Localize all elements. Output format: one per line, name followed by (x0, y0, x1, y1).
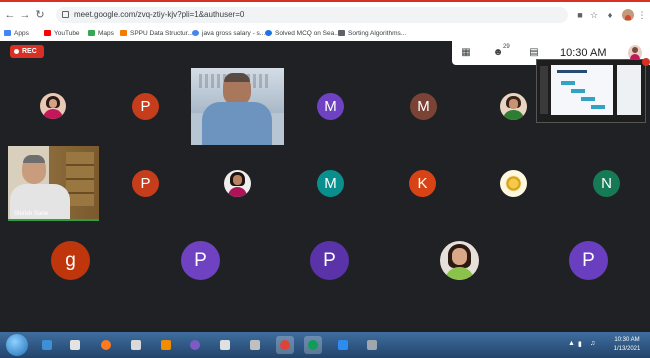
notification-dot (642, 58, 650, 66)
google-icon (192, 30, 199, 36)
url-text: meet.google.com/zvq-ztiy-kjv?pli=1&authu… (74, 10, 245, 19)
presentation-sidebar (617, 65, 641, 115)
bookmark-label: Solved MCQ on Sea... (275, 30, 340, 37)
taskbar-app[interactable] (127, 336, 145, 354)
star-icon[interactable]: ☆ (588, 9, 600, 21)
extensions-icon[interactable]: ♦ (604, 9, 616, 21)
window-icon (220, 340, 230, 350)
media-icon (70, 340, 80, 350)
participant-name: Shirish Sane (14, 211, 49, 217)
taskbar-firefox[interactable] (97, 336, 115, 354)
participant-avatar: P (132, 170, 159, 197)
bookmark-maps[interactable]: Maps (88, 28, 114, 40)
taskbar-explorer[interactable] (38, 336, 56, 354)
screen-share-preview[interactable] (536, 59, 646, 123)
camera-icon[interactable]: ■ (574, 9, 586, 21)
back-icon[interactable]: ← (3, 8, 17, 22)
taskbar-app3[interactable] (216, 336, 234, 354)
taskbar-app5[interactable] (334, 336, 352, 354)
bookmark-youtube[interactable]: YouTube (44, 28, 80, 40)
meet-grid: REC ▦ ☻ 29 ▤ 10:30 AM P M M Shirish Sane… (0, 41, 650, 332)
chat-icon[interactable]: ▤ (528, 47, 540, 59)
taskbar-vlc[interactable] (157, 336, 175, 354)
taskbar-app2[interactable] (186, 336, 204, 354)
participant-avatar: P (569, 241, 608, 280)
bookmark-label: Apps (14, 30, 29, 37)
bookmark-icon (338, 30, 345, 36)
participant-photo-avatar (40, 93, 66, 119)
bookmark-label: java gross salary - s... (202, 30, 266, 37)
youtube-icon (44, 30, 51, 36)
info-icon (265, 30, 272, 36)
taskbar-app4[interactable] (246, 336, 264, 354)
reload-icon[interactable]: ↻ (33, 8, 47, 22)
record-dot-icon (14, 49, 19, 54)
clock-date: 1/13/2021 (613, 346, 641, 352)
participant-avatar: N (593, 170, 620, 197)
rec-label: REC (22, 48, 37, 55)
chrome-icon (280, 340, 290, 350)
participant-avatar: g (51, 241, 90, 280)
app-icon (190, 340, 200, 350)
bookmark-apps[interactable]: Apps (4, 28, 29, 40)
taskbar-clock[interactable]: 10:30 AM 1/13/2021 (605, 336, 649, 354)
firefox-icon (101, 340, 111, 350)
participant-photo-avatar (440, 241, 479, 280)
bookmark-label: SPPU Data Structur... (130, 30, 193, 37)
taskbar-media[interactable] (66, 336, 84, 354)
browser-toolbar: ← → ↻ meet.google.com/zvq-ztiy-kjv?pli=1… (0, 6, 650, 26)
participant-video-tile (191, 68, 284, 145)
participant-photo-avatar (500, 93, 527, 120)
presentation-slide (551, 65, 613, 115)
profile-avatar[interactable] (622, 9, 634, 21)
participant-photo-avatar (224, 170, 251, 197)
participant-avatar: P (181, 241, 220, 280)
bookmark-java[interactable]: java gross salary - s... (192, 28, 265, 40)
participant-avatar: P (132, 93, 159, 120)
meeting-time: 10:30 AM (560, 47, 607, 59)
top-red-border (0, 0, 650, 2)
app-icon (338, 340, 348, 350)
participant-video-tile: Shirish Sane (8, 146, 99, 221)
bookmark-mcq[interactable]: Solved MCQ on Sea... (265, 28, 340, 40)
apps-icon (4, 30, 11, 36)
bookmark-icon (120, 30, 127, 36)
lock-icon (62, 11, 69, 18)
participant-avatar: P (310, 241, 349, 280)
maps-icon (88, 30, 95, 36)
app-icon (367, 340, 377, 350)
people-count: 29 (503, 44, 510, 50)
bookmark-sorting[interactable]: Sorting Algorithms... (338, 28, 406, 40)
clock-time: 10:30 AM (614, 337, 640, 343)
windows-taskbar: ▲ ▮ ♫ 10:30 AM 1/13/2021 (0, 332, 650, 358)
app-icon (131, 340, 141, 350)
vlc-icon (161, 340, 171, 350)
layout-icon[interactable]: ▦ (460, 47, 472, 59)
explorer-icon (42, 340, 52, 350)
bookmark-label: Sorting Algorithms... (348, 30, 407, 37)
bookmarks-bar: Apps YouTube Maps SPPU Data Structur... … (0, 27, 650, 41)
participant-photo-avatar (500, 170, 527, 197)
chrome-icon (308, 340, 318, 350)
participant-avatar: M (317, 170, 344, 197)
bookmark-label: Maps (98, 30, 114, 37)
screen: ← → ↻ meet.google.com/zvq-ztiy-kjv?pli=1… (0, 0, 650, 358)
taskbar-chrome[interactable] (276, 336, 294, 354)
forward-icon[interactable]: → (18, 8, 32, 22)
volume-icon[interactable]: ♫ (590, 340, 595, 347)
participant-avatar: M (410, 93, 437, 120)
taskbar-chrome2[interactable] (304, 336, 322, 354)
participant-avatar: M (317, 93, 344, 120)
taskbar-app6[interactable] (363, 336, 381, 354)
recording-badge: REC (10, 45, 44, 58)
start-button[interactable] (6, 334, 28, 356)
bookmark-sppu[interactable]: SPPU Data Structur... (120, 28, 193, 40)
network-icon[interactable]: ▮ (578, 340, 582, 348)
menu-icon[interactable]: ⋮ (636, 9, 648, 21)
participant-avatar: K (409, 170, 436, 197)
tray-arrow-icon[interactable]: ▲ (568, 340, 575, 347)
window-icon (250, 340, 260, 350)
address-bar[interactable]: meet.google.com/zvq-ztiy-kjv?pli=1&authu… (56, 7, 568, 23)
bookmark-label: YouTube (54, 30, 80, 37)
